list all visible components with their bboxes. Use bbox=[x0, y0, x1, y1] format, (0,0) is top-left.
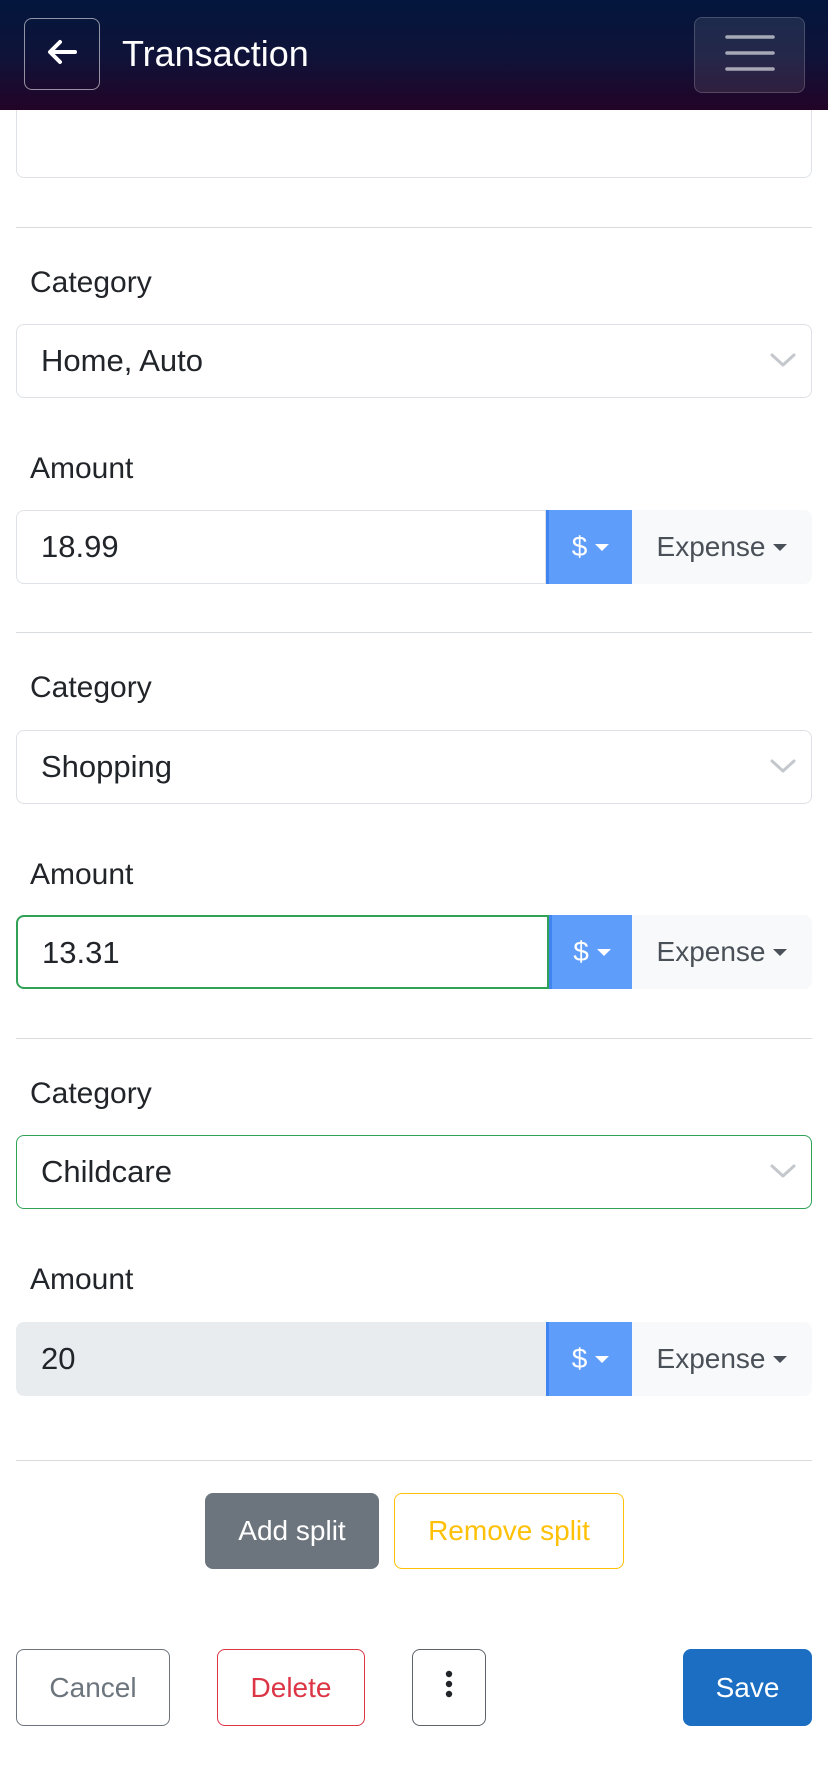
type-label: Expense bbox=[656, 936, 766, 967]
currency-label: $ bbox=[573, 936, 589, 967]
amount-label: Amount bbox=[30, 1263, 134, 1296]
vertical-dots-icon bbox=[444, 1669, 454, 1706]
type-dropdown[interactable]: Expense bbox=[632, 1322, 812, 1396]
currency-dropdown[interactable]: $ bbox=[549, 915, 632, 989]
chevron-down-icon bbox=[769, 755, 797, 782]
amount-label: Amount bbox=[30, 858, 134, 891]
split-divider bbox=[16, 1038, 812, 1039]
split-divider bbox=[16, 227, 812, 228]
caret-down-icon bbox=[595, 1355, 610, 1363]
split-divider bbox=[16, 1460, 812, 1461]
navbar: Transaction bbox=[0, 0, 828, 110]
split-divider bbox=[16, 632, 812, 633]
chevron-down-icon bbox=[769, 349, 797, 376]
category-label: Category bbox=[30, 671, 152, 704]
caret-down-icon bbox=[773, 543, 788, 551]
remove-split-button[interactable]: Remove split bbox=[394, 1493, 624, 1569]
page-title: Transaction bbox=[122, 33, 309, 74]
category-label: Category bbox=[30, 1077, 152, 1110]
amount-input[interactable]: 13.31 bbox=[16, 915, 549, 989]
category-label: Category bbox=[30, 266, 152, 299]
amount-input[interactable]: 18.99 bbox=[16, 510, 546, 584]
menu-toggle-button[interactable] bbox=[694, 17, 805, 93]
category-value: Home, Auto bbox=[41, 343, 203, 378]
currency-label: $ bbox=[571, 1343, 588, 1374]
category-select[interactable]: Childcare bbox=[16, 1135, 812, 1209]
caret-down-icon bbox=[596, 948, 611, 956]
type-dropdown[interactable]: Expense bbox=[632, 915, 812, 989]
type-dropdown[interactable]: Expense bbox=[632, 510, 812, 584]
add-split-button[interactable]: Add split bbox=[205, 1493, 379, 1569]
hamburger-menu-icon bbox=[724, 34, 775, 77]
delete-button[interactable]: Delete bbox=[217, 1649, 365, 1726]
amount-label: Amount bbox=[30, 452, 134, 485]
chevron-down-icon bbox=[769, 1160, 797, 1187]
category-value: Childcare bbox=[41, 1154, 172, 1189]
currency-label: $ bbox=[571, 531, 588, 562]
caret-down-icon bbox=[773, 948, 788, 956]
type-label: Expense bbox=[656, 531, 766, 562]
amount-value: 18.99 bbox=[41, 529, 119, 564]
currency-dropdown[interactable]: $ bbox=[546, 1322, 632, 1396]
category-value: Shopping bbox=[41, 749, 173, 784]
arrow-left-icon bbox=[47, 39, 77, 70]
caret-down-icon bbox=[595, 543, 610, 551]
back-button[interactable] bbox=[24, 18, 100, 90]
category-select[interactable]: Shopping bbox=[16, 730, 812, 804]
currency-dropdown[interactable]: $ bbox=[546, 510, 632, 584]
save-button[interactable]: Save bbox=[683, 1649, 812, 1726]
amount-value: 20 bbox=[41, 1341, 76, 1376]
cancel-button[interactable]: Cancel bbox=[16, 1649, 170, 1726]
type-label: Expense bbox=[656, 1343, 766, 1374]
amount-value: 13.31 bbox=[42, 935, 120, 970]
category-select[interactable]: Home, Auto bbox=[16, 324, 812, 398]
more-options-button[interactable] bbox=[412, 1649, 486, 1726]
caret-down-icon bbox=[773, 1355, 788, 1363]
amount-input: 20 bbox=[16, 1322, 546, 1396]
